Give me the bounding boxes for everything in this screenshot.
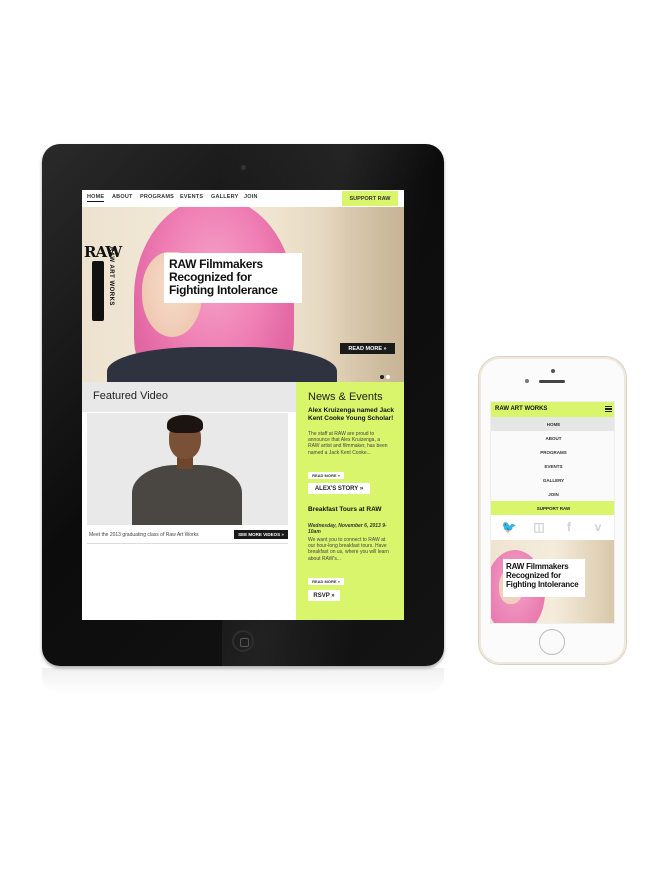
- tablet-home-button[interactable]: [232, 630, 254, 652]
- news-item-2-body: We want you to connect to RAW at our hou…: [308, 537, 389, 562]
- news-item-1-headline[interactable]: Alex Kruizenga named Jack Kent Cooke You…: [308, 407, 398, 422]
- see-more-videos-button[interactable]: SEE MORE VIDEOS »: [234, 530, 288, 539]
- support-raw-button[interactable]: SUPPORT RAW: [342, 191, 398, 206]
- phone-speaker: [539, 380, 565, 383]
- tablet-device: HOME ABOUT PROGRAMS EVENTS GALLERY JOIN …: [42, 144, 444, 666]
- facebook-icon[interactable]: f: [562, 520, 576, 534]
- featured-divider: [87, 543, 288, 544]
- news-item-2-read-more[interactable]: READ MORE »: [308, 578, 344, 585]
- tablet-reflection: [42, 668, 444, 694]
- news-item-2-date: Wednesday, November 6, 2013 9-10am: [308, 523, 387, 535]
- news-item-1-read-more[interactable]: READ MORE »: [308, 472, 344, 479]
- phone-device: RAW ART WORKS HOME ABOUT PROGRAMS EVENTS…: [478, 356, 627, 665]
- nav-item-events[interactable]: EVENTS: [180, 194, 203, 200]
- phone-home-button[interactable]: [539, 629, 565, 655]
- vimeo-icon[interactable]: v: [591, 520, 605, 534]
- phone-hero: RAW Filmmakers Recognized for Fighting I…: [491, 540, 614, 623]
- featured-video-player[interactable]: [87, 413, 288, 525]
- raw-logo-text: RAW: [84, 243, 122, 261]
- twitter-icon[interactable]: 🐦: [502, 520, 517, 534]
- nav-item-programs[interactable]: PROGRAMS: [140, 194, 174, 200]
- featured-video-caption: Meet the 2013 graduating class of Raw Ar…: [89, 532, 199, 538]
- rsvp-button[interactable]: RSVP »: [308, 590, 340, 601]
- hero-pagination: [380, 366, 392, 382]
- hero-read-more-button[interactable]: READ MORE »: [340, 343, 395, 354]
- hero-dot-1[interactable]: [380, 375, 384, 379]
- phone-camera: [551, 369, 555, 373]
- hero-dot-2[interactable]: [386, 375, 390, 379]
- raw-logo[interactable]: RAW RAW ART WORKS: [84, 243, 122, 333]
- featured-video-section: Featured Video Meet the 2013 graduating …: [82, 382, 296, 620]
- video-person-body: [132, 465, 242, 525]
- raw-logo-brush-icon: [92, 261, 104, 321]
- phone-hero-title: RAW Filmmakers Recognized for Fighting I…: [503, 559, 585, 597]
- instagram-icon[interactable]: ◫: [532, 520, 546, 534]
- featured-video-header: Featured Video: [82, 382, 296, 412]
- phone-nav-join[interactable]: JOIN: [491, 487, 614, 502]
- phone-front-camera: [525, 379, 529, 383]
- phone-nav-events[interactable]: EVENTS: [491, 459, 614, 474]
- phone-nav-about[interactable]: ABOUT: [491, 431, 614, 446]
- news-item-1-body: The staff at RAW are proud to announce t…: [308, 431, 388, 456]
- nav-item-join[interactable]: JOIN: [244, 194, 258, 200]
- phone-header: RAW ART WORKS: [491, 402, 614, 417]
- featured-video-title: Featured Video: [93, 390, 169, 402]
- tablet-camera: [241, 165, 246, 170]
- news-events-section: News & Events Alex Kruizenga named Jack …: [296, 382, 404, 620]
- home-square-icon: [240, 638, 249, 647]
- phone-nav-home[interactable]: HOME: [491, 417, 614, 432]
- hero-title: RAW Filmmakers Recognized for Fighting I…: [164, 253, 302, 303]
- hamburger-icon[interactable]: [605, 406, 612, 412]
- nav-item-home[interactable]: HOME: [87, 194, 105, 202]
- hero-background: [322, 207, 404, 382]
- phone-nav-programs[interactable]: PROGRAMS: [491, 445, 614, 460]
- news-item-2-headline[interactable]: Breakfast Tours at RAW: [308, 506, 398, 514]
- hero-photo-jacket: [107, 347, 337, 382]
- hero-slider: RAW RAW ART WORKS RAW Filmmakers Recogni…: [82, 207, 404, 382]
- phone-nav-gallery[interactable]: GALLERY: [491, 473, 614, 488]
- video-person-hair: [167, 415, 203, 433]
- raw-logo-vertical-text: RAW ART WORKS: [108, 247, 114, 306]
- phone-support-button[interactable]: SUPPORT RAW: [491, 501, 614, 515]
- phone-brand[interactable]: RAW ART WORKS: [495, 406, 547, 412]
- news-events-title: News & Events: [308, 391, 383, 403]
- alex-story-button[interactable]: ALEX'S STORY »: [308, 483, 370, 494]
- tablet-screen: HOME ABOUT PROGRAMS EVENTS GALLERY JOIN …: [82, 190, 404, 620]
- phone-screen: RAW ART WORKS HOME ABOUT PROGRAMS EVENTS…: [490, 401, 615, 624]
- tablet-top-nav: HOME ABOUT PROGRAMS EVENTS GALLERY JOIN …: [82, 190, 404, 207]
- nav-item-gallery[interactable]: GALLERY: [211, 194, 238, 200]
- nav-item-about[interactable]: ABOUT: [112, 194, 133, 200]
